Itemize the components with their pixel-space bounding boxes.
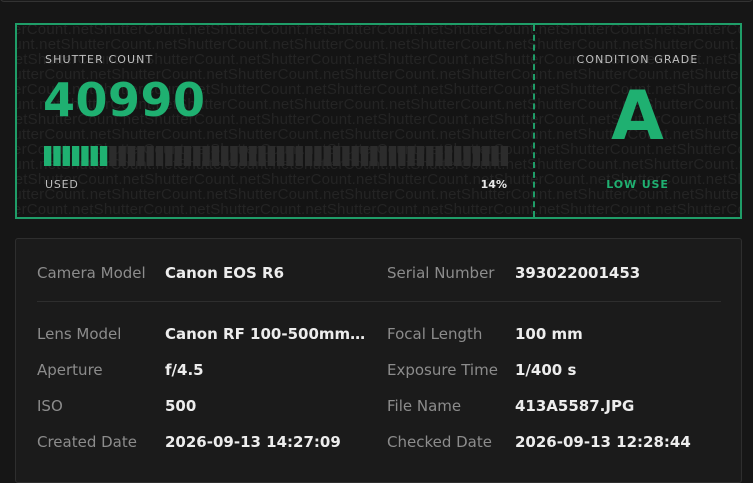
usage-segment-empty	[323, 146, 331, 166]
camera-model-label: Camera Model	[37, 264, 146, 282]
aperture-label: Aperture	[37, 361, 103, 379]
usage-segment-empty	[454, 146, 462, 166]
usage-segment-empty	[286, 146, 294, 166]
created-date-label: Created Date	[37, 433, 137, 451]
file-name-label: File Name	[387, 397, 462, 415]
usage-segment-empty	[211, 146, 220, 166]
shutter-count-value: 40990	[43, 73, 206, 127]
usage-segment-empty	[127, 146, 136, 166]
usage-segment-empty	[463, 146, 471, 166]
usage-segment-empty	[500, 146, 508, 166]
usage-segment-empty	[370, 146, 378, 166]
usage-segment-empty	[407, 146, 415, 166]
usage-segment-empty	[416, 146, 425, 166]
iso-value: 500	[165, 397, 197, 415]
usage-segment-empty	[174, 146, 182, 166]
usage-segment-empty	[388, 146, 397, 166]
usage-segment-empty	[491, 146, 499, 166]
exif-details-card: Camera Model Canon EOS R6 Serial Number …	[15, 238, 742, 483]
iso-label: ISO	[37, 397, 63, 415]
condition-grade-value: A	[611, 77, 664, 156]
usage-segment-filled	[90, 146, 98, 166]
checked-date-label: Checked Date	[387, 433, 492, 451]
usage-segment-empty	[249, 146, 257, 166]
serial-number-label: Serial Number	[387, 264, 495, 282]
usage-segment-filled	[53, 146, 61, 166]
usage-segment-empty	[155, 146, 164, 166]
shutter-result-card: ShutterCount.netShutterCount.netShutterC…	[15, 23, 742, 219]
checked-date-value: 2026-09-13 12:28:44	[515, 433, 691, 451]
used-label: USED	[45, 178, 79, 191]
created-date-value: 2026-09-13 14:27:09	[165, 433, 341, 451]
usage-segment-empty	[165, 146, 173, 166]
usage-segment-empty	[258, 146, 266, 166]
usage-segment-empty	[332, 146, 341, 166]
usage-segment-empty	[295, 146, 303, 166]
focal-length-value: 100 mm	[515, 325, 583, 343]
usage-segment-empty	[472, 146, 481, 166]
shutter-count-label: SHUTTER COUNT	[45, 53, 154, 66]
condition-grade-caption: LOW USE	[606, 178, 669, 191]
serial-number-value: 393022001453	[515, 264, 641, 282]
condition-grade-pane: CONDITION GRADE A LOW USE	[535, 25, 740, 217]
usage-segment-empty	[239, 146, 248, 166]
usage-segment-filled	[99, 146, 108, 166]
usage-segment-empty	[118, 146, 126, 166]
usage-segment-empty	[379, 146, 387, 166]
usage-segment-empty	[109, 146, 117, 166]
usage-segment-filled	[62, 146, 70, 166]
usage-segment-empty	[426, 146, 434, 166]
usage-segment-empty	[435, 146, 443, 166]
usage-segment-empty	[444, 146, 453, 166]
usage-segment-empty	[146, 146, 154, 166]
usage-progress-bar	[44, 146, 508, 166]
usage-segment-filled	[44, 146, 52, 166]
usage-segment-empty	[183, 146, 192, 166]
exposure-time-value: 1/400 s	[515, 361, 577, 379]
camera-model-value: Canon EOS R6	[165, 264, 285, 282]
usage-segment-empty	[221, 146, 229, 166]
usage-segment-empty	[314, 146, 322, 166]
focal-length-label: Focal Length	[387, 325, 483, 343]
shutter-count-pane: SHUTTER COUNT 40990 USED 14%	[17, 25, 533, 217]
usage-segments	[44, 146, 508, 166]
usage-segment-filled	[71, 146, 80, 166]
exposure-time-label: Exposure Time	[387, 361, 498, 379]
usage-segment-empty	[351, 146, 359, 166]
usage-segment-empty	[360, 146, 369, 166]
usage-segment-empty	[193, 146, 201, 166]
lens-model-label: Lens Model	[37, 325, 122, 343]
usage-segment-empty	[137, 146, 145, 166]
usage-segment-empty	[482, 146, 490, 166]
usage-segment-empty	[342, 146, 350, 166]
condition-grade-label: CONDITION GRADE	[576, 53, 699, 66]
aperture-value: f/4.5	[165, 361, 204, 379]
used-percent: 14%	[480, 178, 507, 191]
top-panel-edge	[0, 0, 753, 2]
usage-segment-empty	[304, 146, 313, 166]
usage-segment-empty	[202, 146, 210, 166]
usage-segment-empty	[277, 146, 285, 166]
details-separator	[37, 301, 721, 302]
file-name-value: 413A5587.JPG	[515, 397, 635, 415]
lens-model-value: Canon RF 100-500mm F4.5-7.1 L IS USM	[165, 325, 367, 343]
usage-segment-empty	[230, 146, 238, 166]
usage-segment-filled	[81, 146, 89, 166]
usage-segment-empty	[398, 146, 406, 166]
usage-segment-empty	[267, 146, 275, 166]
